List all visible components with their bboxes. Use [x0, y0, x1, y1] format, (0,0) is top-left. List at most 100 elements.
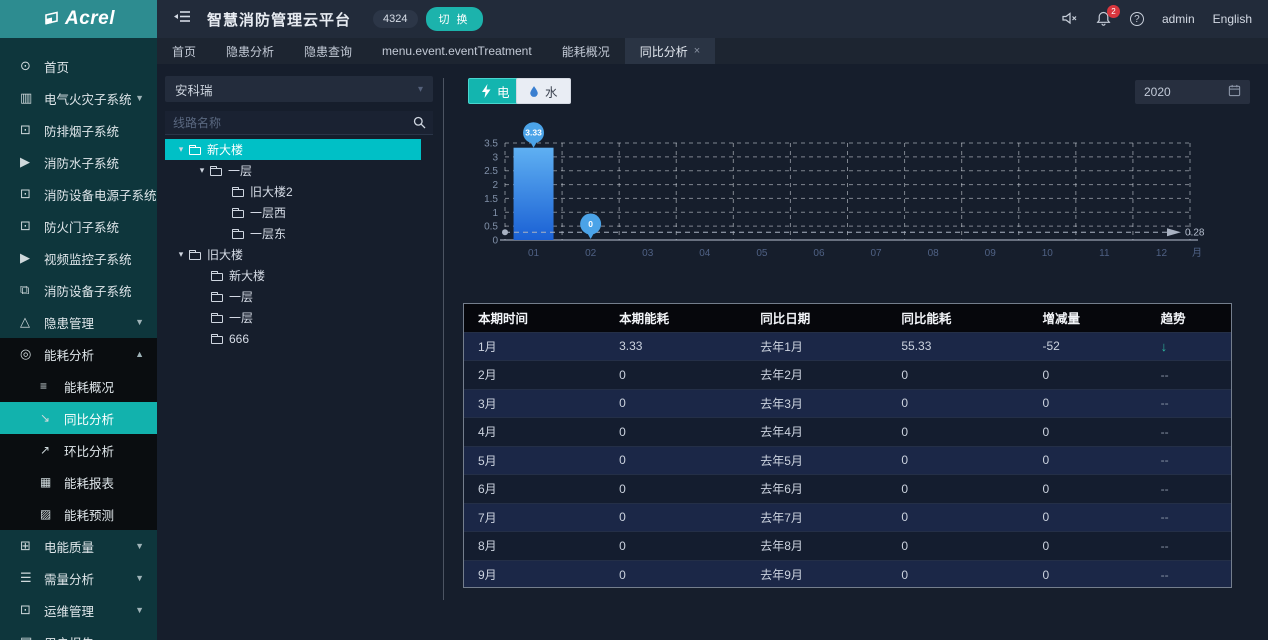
caret-down-icon[interactable]: ▾: [175, 144, 187, 155]
tree-node-0[interactable]: ▾ 新大楼: [165, 139, 421, 160]
sidebar-item-4[interactable]: ⊡消防设备电源子系统: [0, 178, 157, 210]
trend-none-label: --: [1161, 539, 1169, 553]
sidebar-item-6[interactable]: ▶视频监控子系统: [0, 242, 157, 274]
sidebar-item-12[interactable]: ⊡运维管理▼: [0, 594, 157, 626]
tree-node-8[interactable]: 一层: [165, 307, 421, 328]
sidebar-item-7[interactable]: ⧉消防设备子系统: [0, 274, 157, 306]
tree-node-3[interactable]: 一层西: [165, 202, 421, 223]
sidebar-subitem-9-2[interactable]: ↗环比分析: [0, 434, 157, 466]
table-cell: 0: [1029, 446, 1147, 475]
tab-0[interactable]: 首页: [157, 38, 211, 64]
tab-3[interactable]: menu.event.eventTreatment: [367, 38, 547, 64]
tree-node-2[interactable]: 旧大楼2: [165, 181, 421, 202]
svg-text:2.5: 2.5: [484, 166, 498, 177]
caret-down-icon[interactable]: ▾: [175, 249, 187, 260]
sidebar-subitem-9-1[interactable]: ↘同比分析: [0, 402, 157, 434]
trend-none-label: --: [1161, 482, 1169, 496]
tree-node-6[interactable]: 新大楼: [165, 265, 421, 286]
sidebar-item-8[interactable]: △隐患管理▼: [0, 306, 157, 338]
table-cell: 3.33: [605, 332, 746, 361]
trend-down-icon: ↓: [1161, 339, 1168, 354]
sidebar-subitem-label: 能耗预测: [64, 505, 114, 524]
sidebar-item-label: 运维管理: [44, 601, 94, 620]
sidebar-subitem-9-4[interactable]: ▨ 能耗预测: [0, 498, 157, 530]
calendar-icon: ⊞: [20, 538, 35, 554]
search-input[interactable]: [165, 116, 405, 130]
sidebar-subitem-9-3[interactable]: ▦能耗报表: [0, 466, 157, 498]
electric-label: 电: [497, 82, 510, 101]
tab-4[interactable]: 能耗概况: [547, 38, 625, 64]
user-menu[interactable]: admin: [1162, 12, 1195, 26]
sidebar-item-10[interactable]: ⊞电能质量▼: [0, 530, 157, 562]
sidebar-item-label: 防火门子系统: [44, 217, 119, 236]
chevron-down-icon: ▼: [135, 93, 144, 103]
play-icon: ▶: [20, 154, 35, 170]
electric-tab-button[interactable]: 电: [468, 78, 523, 104]
tab-1[interactable]: 隐患分析: [211, 38, 289, 64]
table-cell-trend: --: [1147, 475, 1231, 504]
tree-node-1[interactable]: ▾ 一层: [165, 160, 421, 181]
tree-node-label: 一层: [228, 162, 252, 179]
chevron-down-icon: ▼: [135, 605, 144, 615]
folder-icon: [232, 210, 244, 218]
table-cell: 0: [1029, 532, 1147, 561]
table-cell: 去年5月: [746, 446, 887, 475]
forecast-icon: ▨: [40, 507, 55, 521]
water-drop-icon: [529, 85, 539, 98]
folder-icon: [211, 294, 223, 302]
bell-icon[interactable]: 2: [1096, 11, 1112, 27]
table-row: 9月0去年9月00--: [464, 560, 1231, 588]
table-cell: 0: [887, 560, 1028, 588]
svg-text:0.28: 0.28: [1185, 228, 1205, 239]
mute-speaker-icon[interactable]: [1062, 11, 1078, 27]
sidebar-item-2[interactable]: ⊡ 防排烟子系统: [0, 114, 157, 146]
sidebar-item-9[interactable]: ◎能耗分析▲: [0, 338, 157, 370]
sidebar-item-label: 电气火灾子系统: [44, 89, 132, 108]
search-icon[interactable]: [405, 111, 433, 135]
list-icon: ☰: [20, 570, 35, 586]
tree-node-5[interactable]: ▾旧大楼: [165, 244, 421, 265]
sidebar-item-3[interactable]: ▶ 消防水子系统: [0, 146, 157, 178]
sidebar-item-11[interactable]: ☰需量分析▼: [0, 562, 157, 594]
table-row: 7月0去年7月00--: [464, 503, 1231, 532]
report-icon: ▤: [20, 634, 35, 640]
bar-chart-svg: 00.511.522.533.5010203040506070809101112…: [455, 110, 1248, 290]
svg-text:03: 03: [642, 248, 654, 259]
table-cell: 0: [605, 475, 746, 504]
switch-button[interactable]: 切 换: [426, 7, 483, 31]
tree-node-label: 新大楼: [207, 141, 243, 158]
tab-2[interactable]: 隐患查询: [289, 38, 367, 64]
sidebar-item-label: 消防水子系统: [44, 153, 119, 172]
tree-node-4[interactable]: 一层东: [165, 223, 421, 244]
table-cell: 0: [887, 418, 1028, 447]
sidebar-subitem-9-0[interactable]: ≡能耗概况: [0, 370, 157, 402]
sidebar-item-0[interactable]: ⊙首页: [0, 50, 157, 82]
table-cell: 0: [605, 560, 746, 588]
sidebar-item-label: 防排烟子系统: [44, 121, 119, 140]
svg-text:11: 11: [1099, 248, 1110, 259]
station-select[interactable]: 安科瑞 ▾: [165, 76, 433, 102]
table-cell-trend: --: [1147, 389, 1231, 418]
tab-5[interactable]: 同比分析×: [625, 38, 715, 64]
tree-node-9[interactable]: 666: [165, 328, 421, 349]
trend-up-icon: ↗: [40, 443, 55, 457]
tab-close-icon[interactable]: ×: [694, 45, 700, 57]
menu-fold-icon[interactable]: [174, 9, 191, 29]
sidebar-item-1[interactable]: ▥电气火灾子系统▼: [0, 82, 157, 114]
sidebar-item-5[interactable]: ⊡防火门子系统: [0, 210, 157, 242]
water-tab-button[interactable]: 水: [516, 78, 571, 104]
table-cell: 1月: [464, 332, 605, 361]
sidebar-item-13[interactable]: ▤用户报告: [0, 626, 157, 640]
year-picker[interactable]: 2020: [1135, 80, 1250, 104]
help-icon[interactable]: ?: [1130, 12, 1144, 26]
trend-none-label: --: [1161, 568, 1169, 582]
table-cell-trend: --: [1147, 418, 1231, 447]
table-cell: 9月: [464, 560, 605, 588]
tree-node-7[interactable]: 一层: [165, 286, 421, 307]
caret-down-icon[interactable]: ▾: [196, 165, 208, 176]
lock-icon: ⊡: [20, 122, 35, 138]
tree-node-label: 一层西: [250, 204, 286, 221]
table-column-header: 趋势: [1147, 304, 1231, 332]
language-switch[interactable]: English: [1213, 12, 1252, 26]
table-cell: 去年1月: [746, 332, 887, 361]
